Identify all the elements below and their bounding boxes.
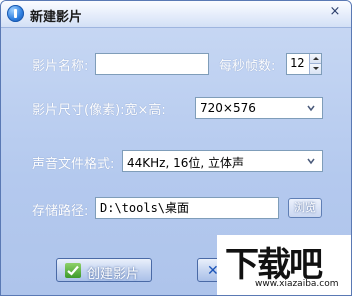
audio-format-select[interactable]: 44KHz, 16位, 立体声 <box>122 150 323 172</box>
dialog-title: 新建影片 <box>30 10 83 25</box>
movie-name-input[interactable] <box>95 53 209 75</box>
info-icon <box>7 5 24 22</box>
chevron-down-icon <box>307 158 315 165</box>
spin-down-icon[interactable] <box>309 64 321 74</box>
title-bar: 新建影片 × <box>1 1 351 28</box>
create-movie-label: 创建影片 <box>87 267 140 282</box>
watermark: 下载吧 www.xiazaiba.com <box>217 235 351 295</box>
audio-format-value: 44KHz, 16位, 立体声 <box>127 156 244 170</box>
watermark-url: www.xiazaiba.com <box>255 279 339 289</box>
browse-button[interactable]: 浏览 <box>288 198 322 218</box>
save-path-label: 存储路径: <box>32 204 89 219</box>
movie-size-label: 影片尺寸(像素):宽×高: <box>32 103 166 118</box>
new-movie-dialog: 新建影片 × 影片名称: 每秒帧数: 12 影片尺寸(像素):宽×高: 720×… <box>0 0 352 296</box>
movie-name-label: 影片名称: <box>32 59 89 74</box>
movie-size-value: 720×576 <box>200 101 256 115</box>
chevron-down-icon <box>307 105 315 112</box>
create-movie-button[interactable]: 创建影片 <box>56 258 152 282</box>
fps-stepper[interactable]: 12 <box>286 53 322 75</box>
close-icon[interactable]: × <box>327 5 343 19</box>
save-path-input[interactable]: D:\tools\桌面 <box>95 197 279 219</box>
spin-up-icon[interactable] <box>309 54 321 64</box>
fps-label: 每秒帧数: <box>219 59 276 74</box>
movie-size-select[interactable]: 720×576 <box>195 97 323 119</box>
checkmark-icon <box>65 263 81 278</box>
fps-value: 12 <box>290 56 305 70</box>
audio-format-label: 声音文件格式: <box>32 157 115 172</box>
